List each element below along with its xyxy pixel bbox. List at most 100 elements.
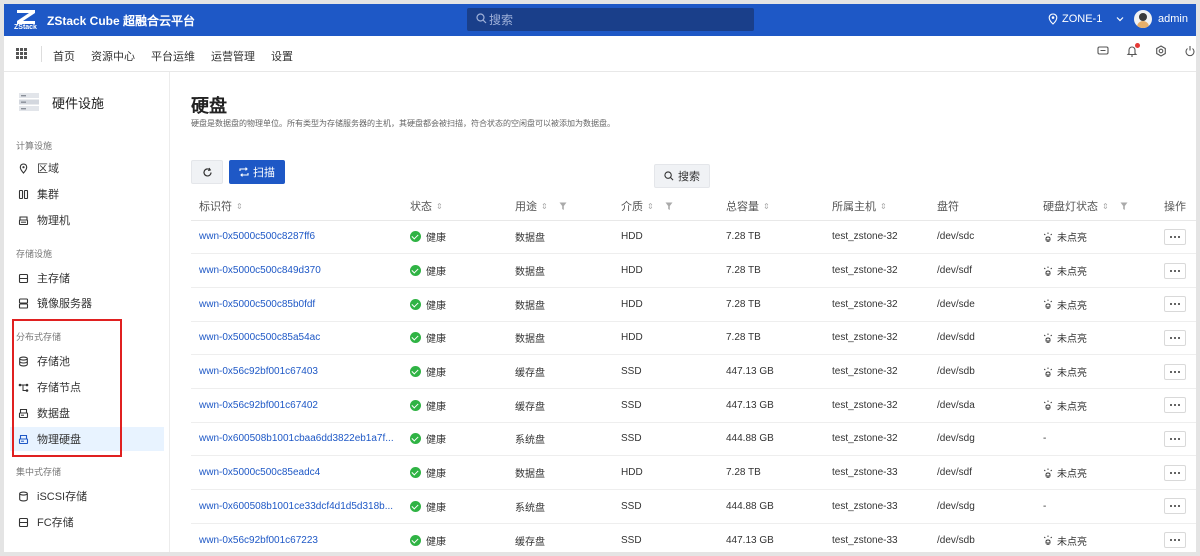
sidebar-item-storage-pool[interactable]: 存储池 — [10, 349, 164, 373]
group-distributed: 分布式存储 — [16, 332, 62, 342]
status-text: 健康 — [426, 469, 446, 481]
nav-item-settings[interactable]: 设置 — [271, 48, 293, 64]
apps-grid-icon[interactable] — [16, 48, 27, 59]
table-row[interactable]: wwn-0x5000c500c8287ff6 健康 数据盘 HDD 7.28 T… — [191, 220, 1196, 255]
column-header-usage[interactable]: 用途 ⇕ — [507, 192, 613, 221]
disk-id-link[interactable]: wwn-0x600508b1001cbaa6dd3822eb1a7f... — [199, 433, 394, 444]
column-header-light[interactable]: 硬盘灯状态 ⇕ — [1035, 192, 1156, 221]
zone-selector[interactable]: ZONE-1 — [1048, 13, 1124, 25]
sidebar-item-label: 存储节点 — [37, 382, 81, 394]
sidebar-item-data-disk[interactable]: 数据盘 — [10, 401, 164, 425]
sort-icon[interactable]: ⇕ — [763, 202, 770, 211]
disk-id-link[interactable]: wwn-0x5000c500c85a54ac — [199, 332, 320, 343]
table-row[interactable]: wwn-0x5000c500c85a54ac 健康 数据盘 HDD 7.28 T… — [191, 321, 1196, 356]
check-circle-icon — [410, 265, 421, 277]
nav-item-home[interactable]: 首页 — [53, 48, 75, 64]
sidebar-item-fc[interactable]: FC存储 — [10, 510, 164, 534]
cell-host: test_zstone-32 — [824, 287, 929, 322]
nav-item-operations[interactable]: 平台运维 — [151, 48, 195, 64]
cell-device: /dev/sdg — [929, 489, 1035, 524]
sidebar-item-label: 集群 — [37, 189, 59, 201]
light-status: 未点亮 — [1057, 469, 1087, 481]
more-actions-button[interactable] — [1164, 464, 1186, 481]
search-button[interactable]: 搜索 — [654, 164, 710, 188]
sidebar-item-storage-node[interactable]: 存储节点 — [10, 375, 164, 399]
filter-icon[interactable] — [665, 202, 673, 211]
more-actions-button[interactable] — [1164, 363, 1186, 380]
sidebar-item-physical-disk[interactable]: 物理硬盘 — [10, 427, 164, 451]
cell-device: /dev/sda — [929, 388, 1035, 423]
more-actions-button[interactable] — [1164, 430, 1186, 447]
column-header-host[interactable]: 所属主机 ⇕ — [824, 192, 929, 221]
more-actions-button[interactable] — [1164, 329, 1186, 346]
disk-id-link[interactable]: wwn-0x56c92bf001c67403 — [199, 366, 318, 377]
page-description: 硬盘是数据盘的物理单位。所有类型为存储服务器的主机，其硬盘都会被扫描，符合状态的… — [191, 119, 615, 128]
sort-icon[interactable]: ⇕ — [236, 202, 243, 211]
disk-id-link[interactable]: wwn-0x56c92bf001c67223 — [199, 535, 318, 546]
column-header-capacity[interactable]: 总容量 ⇕ — [718, 192, 824, 221]
sidebar-item-iscsi[interactable]: iSCSI存储 — [10, 484, 164, 508]
image-server-icon — [18, 297, 29, 309]
table-row[interactable]: wwn-0x5000c500c849d370 健康 数据盘 HDD 7.28 T… — [191, 253, 1196, 288]
bulb-icon — [1043, 367, 1053, 377]
cell-host: test_zstone-32 — [824, 354, 929, 389]
global-search-input[interactable] — [489, 11, 739, 28]
cell-capacity: 7.28 TB — [718, 455, 824, 490]
group-centralized: 集中式存储 — [16, 467, 62, 477]
status-text: 健康 — [426, 536, 446, 548]
cell-id: wwn-0x5000c500c85a54ac — [191, 321, 402, 356]
table-row[interactable]: wwn-0x600508b1001cbaa6dd3822eb1a7f... 健康… — [191, 422, 1196, 457]
more-actions-button[interactable] — [1164, 228, 1186, 245]
sidebar-item-primary-storage[interactable]: 主存储 — [10, 266, 164, 290]
power-icon[interactable] — [1184, 45, 1196, 57]
cell-light: - — [1035, 422, 1156, 457]
user-menu[interactable]: admin — [1134, 10, 1188, 28]
cell-light: 未点亮 — [1035, 220, 1156, 255]
disk-id-link[interactable]: wwn-0x5000c500c85b0fdf — [199, 299, 315, 310]
hexagon-settings-icon[interactable] — [1155, 45, 1167, 57]
sidebar-item-zone[interactable]: 区域 — [10, 156, 164, 180]
scan-button[interactable]: 扫描 — [229, 160, 285, 184]
column-header-medium[interactable]: 介质 ⇕ — [613, 192, 718, 221]
light-status: 未点亮 — [1057, 401, 1087, 413]
more-actions-button[interactable] — [1164, 262, 1186, 279]
table-row[interactable]: wwn-0x56c92bf001c67403 健康 缓存盘 SSD 447.13… — [191, 354, 1196, 389]
sort-icon[interactable]: ⇕ — [880, 202, 887, 211]
cell-host: test_zstone-32 — [824, 220, 929, 255]
sidebar-item-image-server[interactable]: 镜像服务器 — [10, 291, 164, 315]
table-row[interactable]: wwn-0x56c92bf001c67223 健康 缓存盘 SSD 447.13… — [191, 523, 1196, 552]
chevron-down-icon — [1116, 17, 1124, 22]
refresh-button[interactable] — [191, 160, 223, 184]
sidebar-item-cluster[interactable]: 集群 — [10, 182, 164, 206]
more-actions-button[interactable] — [1164, 296, 1186, 313]
filter-icon[interactable] — [559, 202, 567, 211]
disk-id-link[interactable]: wwn-0x56c92bf001c67402 — [199, 400, 318, 411]
disk-id-link[interactable]: wwn-0x5000c500c85eadc4 — [199, 467, 320, 478]
disk-id-link[interactable]: wwn-0x5000c500c8287ff6 — [199, 231, 315, 242]
more-actions-button[interactable] — [1164, 397, 1186, 414]
search-button-label: 搜索 — [678, 171, 700, 183]
sort-icon[interactable]: ⇕ — [436, 202, 443, 211]
column-header-status[interactable]: 状态 ⇕ — [402, 192, 507, 221]
table-row[interactable]: wwn-0x5000c500c85eadc4 健康 数据盘 HDD 7.28 T… — [191, 455, 1196, 490]
table-row[interactable]: wwn-0x5000c500c85b0fdf 健康 数据盘 HDD 7.28 T… — [191, 287, 1196, 322]
filter-icon[interactable] — [1120, 202, 1128, 211]
table-row[interactable]: wwn-0x56c92bf001c67402 健康 缓存盘 SSD 447.13… — [191, 388, 1196, 423]
more-actions-button[interactable] — [1164, 498, 1186, 515]
global-search[interactable] — [467, 8, 754, 31]
nav-item-management[interactable]: 运营管理 — [211, 48, 255, 64]
nav-item-resources[interactable]: 资源中心 — [91, 48, 135, 64]
cell-actions — [1156, 489, 1196, 524]
disk-id-link[interactable]: wwn-0x5000c500c849d370 — [199, 265, 321, 276]
disk-id-link[interactable]: wwn-0x600508b1001ce33dcf4d1d5d318b... — [199, 501, 393, 512]
more-actions-button[interactable] — [1164, 532, 1186, 549]
bell-icon[interactable] — [1126, 43, 1140, 57]
column-header-id[interactable]: 标识符 ⇕ — [191, 192, 402, 221]
message-icon[interactable] — [1097, 45, 1109, 57]
sort-icon[interactable]: ⇕ — [541, 202, 548, 211]
sort-icon[interactable]: ⇕ — [647, 202, 654, 211]
cell-actions — [1156, 354, 1196, 389]
table-row[interactable]: wwn-0x600508b1001ce33dcf4d1d5d318b... 健康… — [191, 489, 1196, 524]
sort-icon[interactable]: ⇕ — [1102, 202, 1109, 211]
sidebar-item-host[interactable]: 物理机 — [10, 208, 164, 232]
